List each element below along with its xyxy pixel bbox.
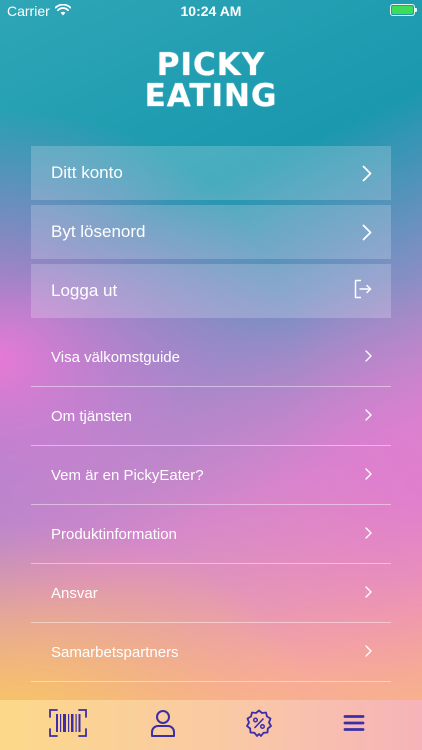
info-list: Visa välkomstguide Om tjänsten Vem är en… — [31, 328, 391, 682]
chevron-right-icon — [365, 526, 372, 543]
chevron-right-icon — [365, 408, 372, 425]
list-item-label: Vem är en PickyEater? — [51, 466, 204, 484]
chevron-right-icon — [362, 165, 372, 182]
tab-barcode-scanner[interactable] — [48, 705, 88, 745]
battery-icon — [390, 4, 417, 16]
picky-eating-logo: PICKY EATING — [0, 50, 422, 112]
logout-icon — [354, 279, 372, 304]
tab-profile[interactable] — [143, 705, 183, 745]
list-item-who-is-pickyeater[interactable]: Vem är en PickyEater? — [31, 446, 391, 505]
tab-menu[interactable] — [334, 705, 374, 745]
discount-badge-icon — [245, 709, 273, 742]
menu-item-account-label: Ditt konto — [51, 163, 123, 182]
list-item-welcome-guide[interactable]: Visa välkomstguide — [31, 328, 391, 387]
chevron-right-icon — [365, 644, 372, 661]
chevron-right-icon — [365, 349, 372, 366]
menu-item-account[interactable]: Ditt konto — [31, 146, 391, 200]
list-item-partners[interactable]: Samarbetspartners — [31, 623, 391, 682]
menu-item-change-password[interactable]: Byt lösenord — [31, 205, 391, 259]
logo-line-2: EATING — [144, 78, 278, 114]
menu-item-change-password-label: Byt lösenord — [51, 222, 146, 241]
menu-item-logout[interactable]: Logga ut — [31, 264, 391, 318]
logo-line-1: PICKY — [156, 47, 266, 83]
status-time: 10:24 AM — [180, 3, 242, 19]
chevron-right-icon — [365, 467, 372, 484]
menu-item-logout-label: Logga ut — [51, 281, 118, 300]
tab-bar — [0, 700, 422, 750]
tab-offers[interactable] — [239, 705, 279, 745]
status-bar: Carrier 10:24 AM — [0, 0, 422, 22]
hamburger-menu-icon — [343, 714, 365, 737]
barcode-icon — [48, 708, 87, 742]
chevron-right-icon — [362, 224, 372, 241]
list-item-responsibility[interactable]: Ansvar — [31, 564, 391, 623]
list-item-label: Ansvar — [51, 584, 98, 602]
list-item-label: Produktinformation — [51, 525, 177, 543]
list-item-label: Om tjänsten — [51, 407, 132, 425]
list-item-about-service[interactable]: Om tjänsten — [31, 387, 391, 446]
list-item-label: Samarbetspartners — [51, 643, 179, 661]
list-item-label: Visa välkomstguide — [51, 348, 180, 366]
user-icon — [150, 709, 176, 742]
chevron-right-icon — [365, 585, 372, 602]
list-item-product-info[interactable]: Produktinformation — [31, 505, 391, 564]
